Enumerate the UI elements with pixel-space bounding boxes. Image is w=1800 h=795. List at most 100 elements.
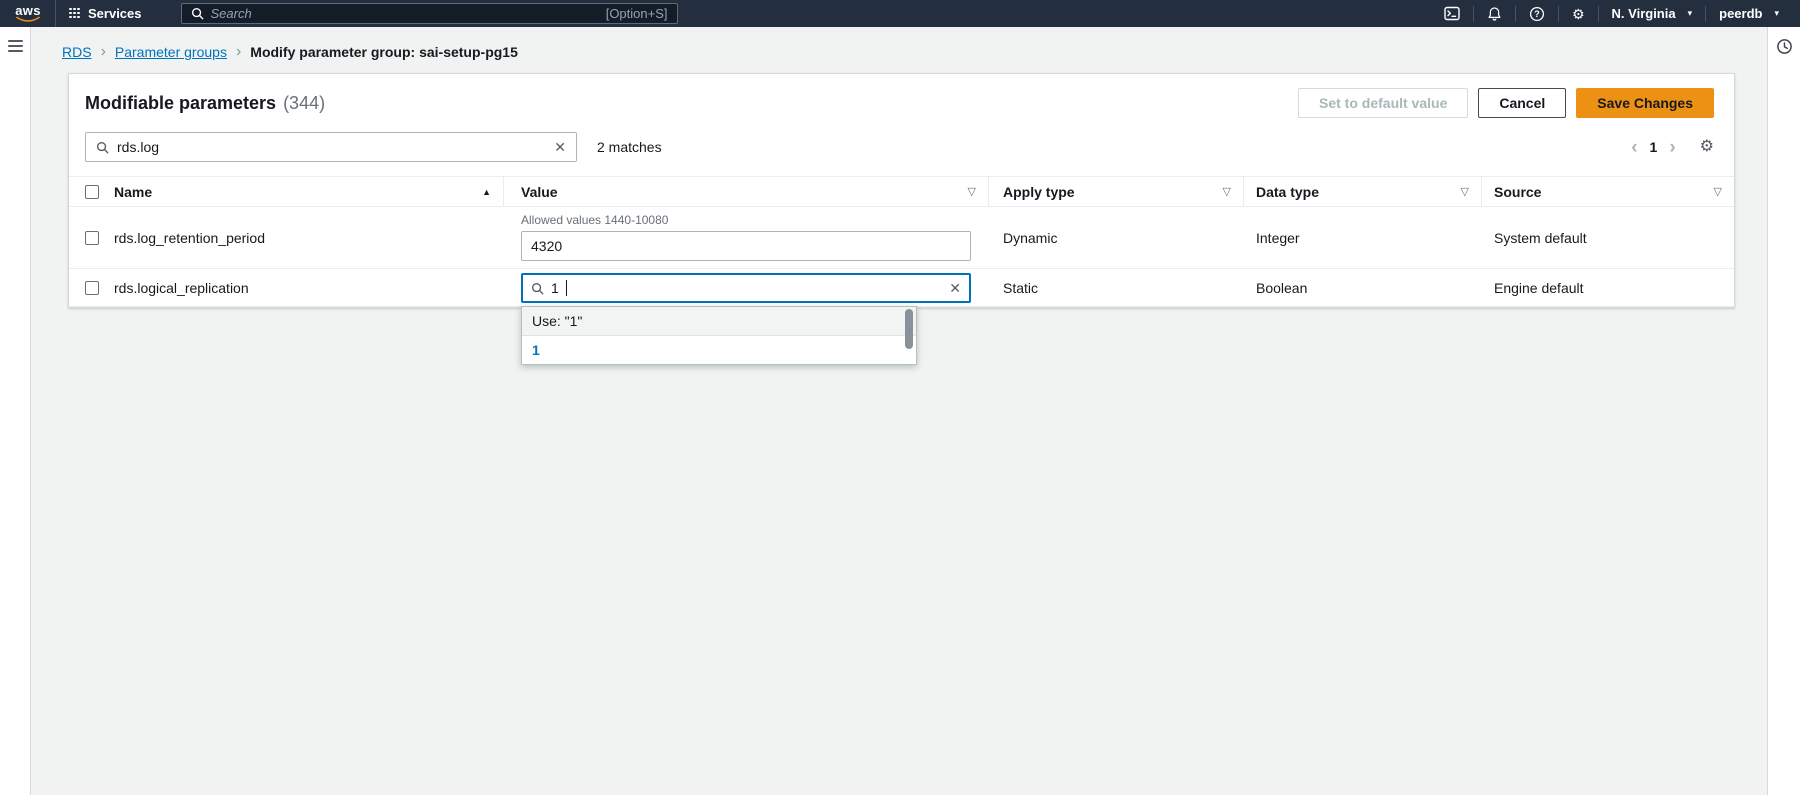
table-toolbar: rds.log ✕ 2 matches ‹ 1 › ⚙ — [69, 132, 1734, 162]
column-header-source[interactable]: Source ▽ — [1482, 177, 1734, 206]
filter-column-icon[interactable]: ▽ — [968, 185, 976, 198]
aws-logo-text: aws — [15, 5, 40, 16]
table-preferences-gear-icon[interactable]: ⚙ — [1700, 139, 1714, 155]
set-to-default-button[interactable]: Set to default value — [1298, 88, 1468, 118]
scrollbar-thumb[interactable] — [905, 309, 913, 349]
row-select-cell — [69, 269, 106, 306]
clear-filter-icon[interactable]: ✕ — [554, 140, 566, 154]
modifiable-parameters-panel: Modifiable parameters (344) Set to defau… — [68, 73, 1735, 308]
allowed-values-hint: Allowed values 1440-10080 — [521, 213, 989, 227]
column-label: Value — [512, 184, 558, 200]
data-type-value: Integer — [1244, 207, 1482, 268]
help-button[interactable]: ? — [1516, 0, 1558, 27]
region-selector[interactable]: N. Virginia ▾ — [1599, 0, 1706, 27]
gear-icon: ⚙ — [1572, 7, 1585, 21]
bell-icon — [1487, 6, 1502, 22]
parameters-table: Name ▲ Value ▽ Apply type ▽ Data type ▽ … — [69, 176, 1734, 307]
caret-down-icon: ▾ — [1774, 8, 1779, 19]
column-header-apply-type[interactable]: Apply type ▽ — [989, 177, 1244, 206]
notifications-button[interactable] — [1474, 0, 1515, 27]
filter-column-icon[interactable]: ▽ — [1461, 185, 1469, 198]
help-icon: ? — [1529, 6, 1545, 22]
text-cursor — [566, 280, 567, 296]
panel-count: (344) — [283, 93, 325, 114]
chevron-right-icon: › — [101, 46, 106, 58]
breadcrumb: RDS › Parameter groups › Modify paramete… — [31, 27, 1767, 60]
breadcrumb-rds-link[interactable]: RDS — [62, 44, 92, 60]
row-checkbox[interactable] — [85, 281, 99, 295]
use-typed-value-option[interactable]: Use: "1" — [522, 307, 916, 336]
region-label: N. Virginia — [1612, 6, 1676, 21]
column-label: Name — [114, 184, 152, 200]
row-checkbox[interactable] — [85, 231, 99, 245]
value-cell: Allowed values 1440-10080 4320 — [504, 207, 989, 268]
source-value: System default — [1482, 207, 1734, 268]
table-row: rds.log_retention_period Allowed values … — [69, 207, 1734, 269]
svg-text:?: ? — [1534, 9, 1540, 19]
account-label: peerdb — [1719, 6, 1762, 21]
source-value: Engine default — [1482, 269, 1734, 306]
column-header-data-type[interactable]: Data type ▽ — [1244, 177, 1482, 206]
global-search-input[interactable]: Search [Option+S] — [181, 3, 678, 24]
row-select-cell — [69, 207, 106, 268]
column-label: Data type — [1252, 184, 1319, 200]
pagination: ‹ 1 › ⚙ — [1627, 138, 1714, 157]
parameter-name: rds.logical_replication — [106, 269, 504, 306]
hamburger-menu-icon[interactable] — [8, 40, 23, 52]
search-shortcut: [Option+S] — [606, 6, 668, 21]
suggested-value-option[interactable]: 1 — [522, 336, 916, 364]
previous-page-icon[interactable]: ‹ — [1627, 138, 1641, 157]
search-placeholder: Search — [211, 6, 252, 21]
panel-header: Modifiable parameters (344) Set to defau… — [69, 74, 1734, 132]
chevron-right-icon: › — [236, 46, 241, 58]
table-header-row: Name ▲ Value ▽ Apply type ▽ Data type ▽ … — [69, 177, 1734, 207]
sort-ascending-icon[interactable]: ▲ — [482, 187, 491, 197]
data-type-value: Boolean — [1244, 269, 1482, 306]
filter-column-icon[interactable]: ▽ — [1714, 185, 1722, 198]
nav-right-cluster: ? ⚙ N. Virginia ▾ peerdb ▾ — [1431, 0, 1800, 27]
next-page-icon[interactable]: › — [1665, 138, 1679, 157]
caret-down-icon: ▾ — [1688, 8, 1693, 19]
parameter-name: rds.log_retention_period — [106, 207, 504, 268]
current-page-number[interactable]: 1 — [1650, 139, 1658, 155]
parameter-value-combobox[interactable]: 1 ✕ — [521, 273, 971, 303]
services-menu[interactable]: Services — [56, 0, 155, 27]
panel-title: Modifiable parameters — [85, 93, 276, 114]
match-count: 2 matches — [597, 139, 662, 155]
column-label: Apply type — [997, 184, 1075, 200]
clear-value-icon[interactable]: ✕ — [949, 281, 961, 295]
select-all-checkbox[interactable] — [85, 185, 99, 199]
table-row: rds.logical_replication 1 ✕ Use: "1" 1 — [69, 269, 1734, 307]
account-menu[interactable]: peerdb ▾ — [1706, 0, 1792, 27]
search-icon — [531, 282, 544, 295]
cancel-button[interactable]: Cancel — [1478, 88, 1566, 118]
settings-button[interactable]: ⚙ — [1559, 0, 1598, 27]
recent-history-clock-icon[interactable] — [1776, 38, 1793, 55]
column-label: Source — [1490, 184, 1541, 200]
save-changes-button[interactable]: Save Changes — [1576, 88, 1714, 118]
cloudshell-terminal-icon — [1444, 6, 1460, 21]
filter-column-icon[interactable]: ▽ — [1223, 185, 1231, 198]
value-cell: 1 ✕ Use: "1" 1 — [504, 269, 989, 306]
header-actions: Set to default value Cancel Save Changes — [1298, 88, 1714, 118]
main-content: RDS › Parameter groups › Modify paramete… — [31, 27, 1767, 795]
cloudshell-button[interactable] — [1431, 0, 1473, 27]
parameter-filter-input[interactable]: rds.log ✕ — [85, 132, 577, 162]
dropdown-scrollbar — [905, 309, 914, 362]
services-label: Services — [88, 6, 142, 21]
right-sidebar-rail — [1767, 27, 1800, 795]
combobox-value: 1 — [551, 280, 559, 296]
breadcrumb-parameter-groups-link[interactable]: Parameter groups — [115, 44, 227, 60]
apply-type-value: Dynamic — [989, 207, 1244, 268]
parameter-value-input[interactable]: 4320 — [521, 231, 971, 261]
column-header-name[interactable]: Name ▲ — [106, 177, 504, 206]
column-header-value[interactable]: Value ▽ — [504, 177, 989, 206]
apply-type-value: Static — [989, 269, 1244, 306]
search-icon — [191, 7, 204, 20]
left-sidebar-rail — [0, 27, 31, 795]
value-suggestions-dropdown: Use: "1" 1 — [521, 306, 917, 365]
search-icon — [96, 141, 109, 154]
filter-value: rds.log — [117, 139, 159, 155]
top-navigation: aws Services Search [Option+S] ? ⚙ N. Vi… — [0, 0, 1800, 27]
aws-logo[interactable]: aws — [15, 5, 41, 23]
